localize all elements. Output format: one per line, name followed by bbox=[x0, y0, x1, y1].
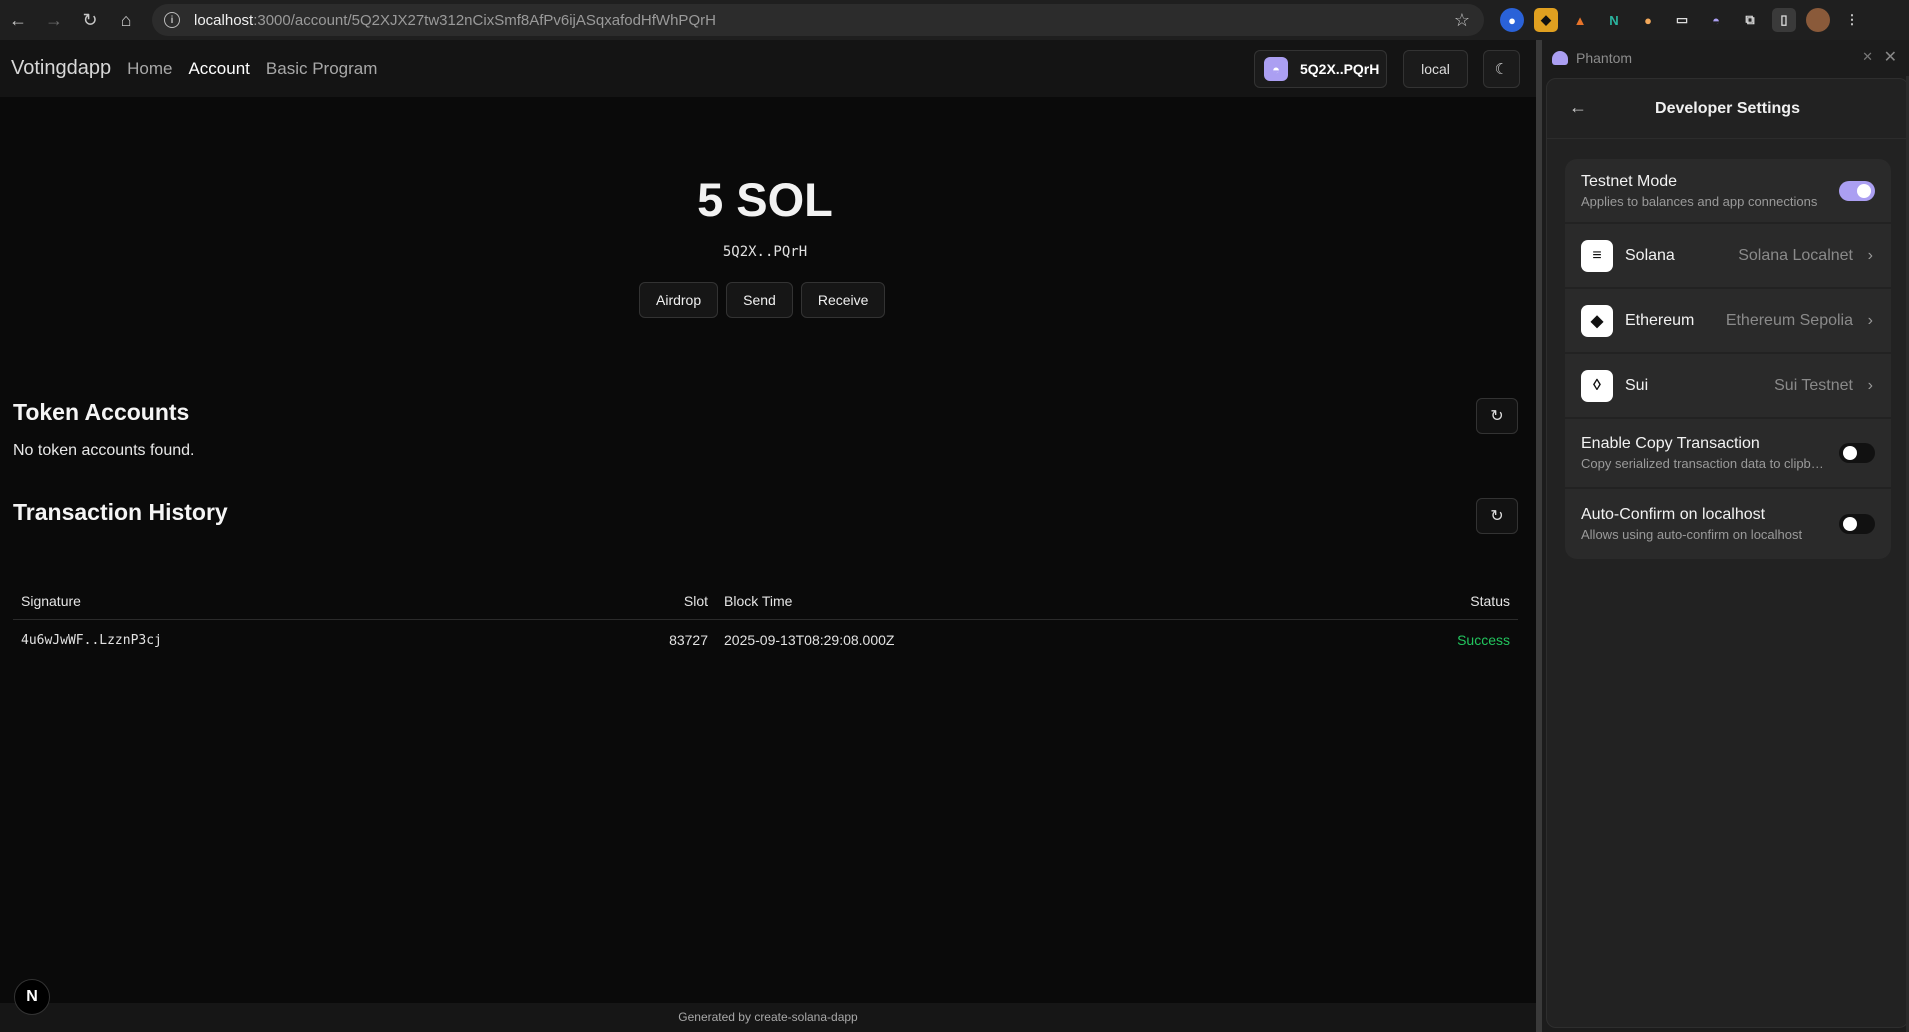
testnet-mode-subtitle: Applies to balances and app connections bbox=[1581, 193, 1818, 209]
extension-yellow-icon[interactable]: ◆ bbox=[1534, 8, 1558, 32]
phantom-window-title: Phantom bbox=[1576, 50, 1633, 66]
dapp-page: Votingdapp Home Account Basic Program ◓ … bbox=[0, 40, 1536, 1032]
browser-menu-icon[interactable]: ⋮ bbox=[1840, 8, 1864, 32]
extension-blue-icon[interactable]: ● bbox=[1500, 8, 1524, 32]
chain-network: Ethereum Sepolia bbox=[1725, 311, 1853, 329]
chain-name: Sui bbox=[1625, 376, 1649, 394]
tx-block-time: 2025-09-13T08:29:08.000Z bbox=[724, 632, 895, 648]
testnet-mode-row[interactable]: Testnet Mode Applies to balances and app… bbox=[1565, 159, 1891, 224]
brand-link[interactable]: Votingdapp bbox=[11, 57, 111, 80]
side-panel-icon[interactable]: ▯ bbox=[1772, 8, 1796, 32]
chain-row-sui[interactable]: ◊ Sui Sui Testnet › bbox=[1565, 354, 1891, 419]
chevron-right-icon: › bbox=[1867, 311, 1873, 329]
auto-confirm-subtitle: Allows using auto-confirm on localhost bbox=[1581, 527, 1803, 542]
nav-basic-program[interactable]: Basic Program bbox=[266, 59, 377, 79]
phantom-popup: ← Developer Settings Testnet Mode Applie… bbox=[1546, 78, 1909, 1028]
extension-card-icon[interactable]: ▭ bbox=[1670, 8, 1694, 32]
table-row: 4u6wJwWF..LzznP3cj 83727 2025-09-13T08:2… bbox=[13, 620, 1518, 660]
receive-button[interactable]: Receive bbox=[800, 282, 886, 318]
url-host: localhost bbox=[194, 11, 254, 29]
extensions-row: ● ◆ ▲ N ● ▭ ◓ ⧉ ▯ ⋮ bbox=[1500, 8, 1864, 32]
nextjs-dev-badge[interactable]: N bbox=[14, 979, 50, 1015]
browser-toolbar: ← → ↻ ⌂ i localhost:3000/account/5Q2XJX2… bbox=[0, 0, 1909, 40]
developer-settings-list: Testnet Mode Applies to balances and app… bbox=[1565, 159, 1891, 559]
tx-slot-link[interactable]: 83727 bbox=[633, 632, 708, 648]
testnet-mode-title: Testnet Mode bbox=[1581, 172, 1678, 190]
account-address: 5Q2X..PQrH bbox=[722, 244, 808, 260]
close-icon[interactable]: ✕ bbox=[1884, 47, 1897, 67]
auto-confirm-toggle[interactable] bbox=[1839, 514, 1875, 534]
page-footer: Generated by create-solana-dapp bbox=[0, 1003, 1536, 1032]
moon-icon[interactable]: ☾ bbox=[1483, 50, 1520, 88]
chain-network: Sui Testnet bbox=[1774, 376, 1853, 394]
sol-balance: 5 SOL bbox=[697, 173, 833, 226]
app-header: Votingdapp Home Account Basic Program ◓ … bbox=[0, 40, 1536, 97]
phantom-side-panel: Phantom ✕ ✕ ← Developer Settings Testnet… bbox=[1542, 40, 1909, 1032]
extensions-puzzle-icon[interactable]: ⧉ bbox=[1738, 8, 1762, 32]
transaction-history-title: Transaction History bbox=[13, 499, 228, 525]
back-arrow-icon[interactable]: ← bbox=[1569, 97, 1587, 118]
nav-account[interactable]: Account bbox=[188, 59, 249, 79]
chevron-right-icon: › bbox=[1867, 376, 1873, 394]
phantom-header: ← Developer Settings bbox=[1547, 79, 1908, 139]
solana-icon: ≡ bbox=[1581, 239, 1613, 272]
auto-confirm-title: Auto-Confirm on localhost bbox=[1581, 506, 1766, 523]
token-accounts-title: Token Accounts bbox=[13, 399, 190, 425]
back-icon[interactable]: ← bbox=[0, 0, 36, 40]
reload-icon[interactable]: ↻ bbox=[72, 0, 108, 40]
phantom-logo-icon bbox=[1552, 51, 1568, 65]
site-info-icon[interactable]: i bbox=[164, 12, 180, 28]
chevron-right-icon: › bbox=[1867, 246, 1873, 264]
phantom-extension-icon[interactable]: ◓ bbox=[1704, 8, 1728, 32]
copy-transaction-subtitle: Copy serialized transaction data to clip… bbox=[1581, 456, 1831, 471]
chain-network: Solana Localnet bbox=[1738, 246, 1853, 264]
bookmark-star-icon[interactable]: ☆ bbox=[1454, 10, 1470, 31]
ethereum-icon: ◆ bbox=[1581, 304, 1613, 337]
copy-transaction-title: Enable Copy Transaction bbox=[1581, 435, 1760, 452]
extension-orange-icon[interactable]: ● bbox=[1636, 8, 1660, 32]
table-header: Signature Slot Block Time Status bbox=[13, 582, 1518, 620]
cluster-select-button[interactable]: local bbox=[1403, 50, 1468, 88]
phantom-titlebar: Phantom bbox=[1542, 40, 1909, 76]
refresh-tokens-icon[interactable]: ↻ bbox=[1476, 398, 1518, 434]
sui-icon: ◊ bbox=[1581, 369, 1613, 402]
chain-row-solana[interactable]: ≡ Solana Solana Localnet › bbox=[1565, 224, 1891, 289]
transaction-table: Signature Slot Block Time Status 4u6wJwW… bbox=[13, 582, 1518, 660]
token-accounts-empty: No token accounts found. bbox=[13, 442, 195, 459]
column-block-time: Block Time bbox=[724, 592, 793, 609]
refresh-transactions-icon[interactable]: ↻ bbox=[1476, 498, 1518, 534]
column-signature: Signature bbox=[21, 592, 81, 609]
column-slot: Slot bbox=[683, 592, 708, 609]
wallet-button[interactable]: ◓ 5Q2X..PQrH bbox=[1254, 50, 1387, 88]
address-bar[interactable]: i localhost:3000/account/5Q2XJX27tw312nC… bbox=[152, 4, 1484, 36]
nav-home[interactable]: Home bbox=[127, 59, 172, 79]
profile-avatar[interactable] bbox=[1806, 8, 1830, 32]
tx-status-badge: Success bbox=[1457, 632, 1510, 648]
chain-name: Solana bbox=[1625, 246, 1675, 264]
developer-settings-title: Developer Settings bbox=[1655, 99, 1800, 117]
column-status: Status bbox=[1470, 592, 1510, 609]
forward-icon[interactable]: → bbox=[36, 0, 72, 40]
home-icon[interactable]: ⌂ bbox=[108, 0, 144, 40]
chain-row-ethereum[interactable]: ◆ Ethereum Ethereum Sepolia › bbox=[1565, 289, 1891, 354]
copy-transaction-row[interactable]: Enable Copy Transaction Copy serialized … bbox=[1565, 419, 1891, 489]
auto-confirm-row[interactable]: Auto-Confirm on localhost Allows using a… bbox=[1565, 489, 1891, 559]
url-path: :3000/account/5Q2XJX27tw312nCixSmf8AfPv6… bbox=[253, 11, 716, 29]
account-actions: Airdrop Send Receive bbox=[639, 282, 886, 318]
phantom-ghost-icon: ◓ bbox=[1264, 57, 1288, 81]
tx-signature-link[interactable]: 4u6wJwWF..LzznP3cj bbox=[13, 633, 633, 648]
wallet-label: 5Q2X..PQrH bbox=[1300, 61, 1380, 77]
unpin-icon[interactable]: ✕ bbox=[1862, 49, 1873, 65]
send-button[interactable]: Send bbox=[726, 282, 793, 318]
chain-name: Ethereum bbox=[1625, 311, 1695, 329]
metamask-fox-icon[interactable]: ▲ bbox=[1568, 8, 1592, 32]
extension-teal-icon[interactable]: N bbox=[1602, 8, 1626, 32]
testnet-mode-toggle[interactable] bbox=[1839, 180, 1875, 201]
copy-transaction-toggle[interactable] bbox=[1839, 443, 1875, 463]
airdrop-button[interactable]: Airdrop bbox=[639, 282, 719, 318]
